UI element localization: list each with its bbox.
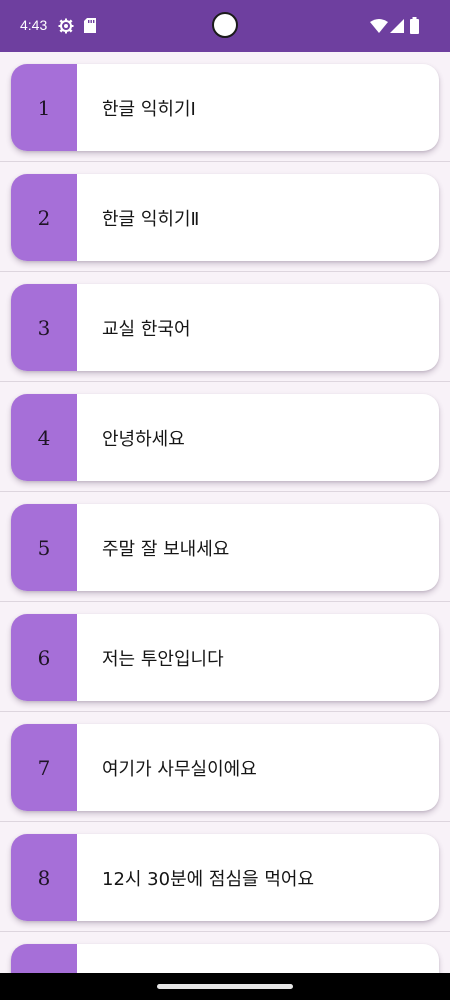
- lesson-card-4[interactable]: 4 안녕하세요: [11, 394, 439, 481]
- lesson-card-5[interactable]: 5 주말 잘 보내세요: [11, 504, 439, 591]
- lesson-card-8[interactable]: 8 12시 30분에 점심을 먹어요: [11, 834, 439, 921]
- wifi-icon: [370, 19, 388, 33]
- lesson-number: 8: [37, 865, 51, 890]
- lesson-title: 여기가 사무실이에요: [102, 758, 257, 780]
- lesson-card-3[interactable]: 3 교실 한국어: [11, 284, 439, 371]
- lesson-list[interactable]: 1 한글 익히기Ⅰ 2 한글 익히기Ⅱ 3 교실 한국어 4 안녕하세요 5 주…: [0, 52, 450, 1000]
- lesson-card-7[interactable]: 7 여기가 사무실이에요: [11, 724, 439, 811]
- lesson-row: 4 안녕하세요: [0, 382, 450, 492]
- status-time: 4:43: [20, 17, 48, 33]
- settings-gear-icon: [58, 18, 74, 34]
- lesson-card-6[interactable]: 6 저는 투안입니다: [11, 614, 439, 701]
- lesson-title: 12시 30분에 점심을 먹어요: [102, 868, 315, 890]
- lesson-number: 1: [37, 95, 51, 120]
- lesson-number: 6: [37, 645, 51, 670]
- lesson-row: 5 주말 잘 보내세요: [0, 492, 450, 602]
- lesson-card-1[interactable]: 1 한글 익히기Ⅰ: [11, 64, 439, 151]
- cell-signal-icon: [390, 19, 404, 33]
- lesson-title: 주말 잘 보내세요: [102, 538, 230, 560]
- battery-icon: [410, 17, 419, 34]
- gesture-nav-bar: [0, 973, 450, 1000]
- lesson-row: 7 여기가 사무실이에요: [0, 712, 450, 822]
- lesson-row: 1 한글 익히기Ⅰ: [0, 52, 450, 162]
- camera-cutout: [212, 12, 238, 38]
- lesson-row: 3 교실 한국어: [0, 272, 450, 382]
- lesson-number: 3: [37, 315, 51, 340]
- lesson-row: 8 12시 30분에 점심을 먹어요: [0, 822, 450, 932]
- lesson-title: 한글 익히기Ⅱ: [102, 208, 200, 230]
- lesson-row: 2 한글 익히기Ⅱ: [0, 162, 450, 272]
- status-bar: 4:43: [0, 0, 450, 52]
- sd-card-icon: [84, 18, 96, 33]
- lesson-card-2[interactable]: 2 한글 익히기Ⅱ: [11, 174, 439, 261]
- app-screen: 4:43 1 한글 익히기Ⅰ 2 한글 익히기Ⅱ 3 교실 한국어 4 안녕하세…: [0, 0, 450, 1000]
- lesson-title: 한글 익히기Ⅰ: [102, 98, 196, 120]
- lesson-title: 교실 한국어: [102, 318, 191, 340]
- lesson-title: 안녕하세요: [102, 428, 185, 450]
- lesson-number: 2: [37, 205, 51, 230]
- lesson-row: 6 저는 투안입니다: [0, 602, 450, 712]
- lesson-number: 4: [37, 425, 51, 450]
- lesson-number: 7: [37, 755, 51, 780]
- home-gesture-handle[interactable]: [157, 984, 293, 989]
- lesson-title: 저는 투안입니다: [102, 648, 224, 670]
- lesson-number: 5: [37, 535, 51, 560]
